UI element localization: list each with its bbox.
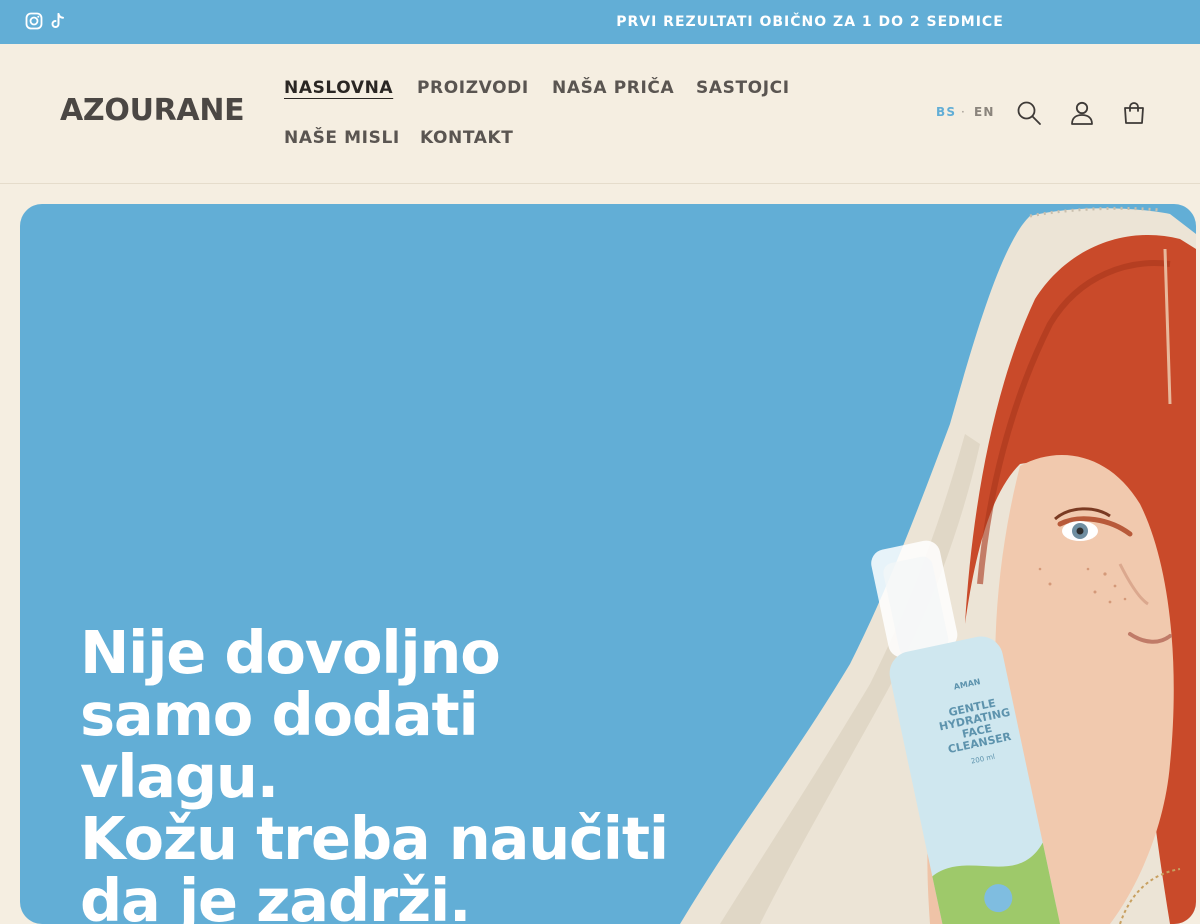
nav-kontakt[interactable]: KONTAKT xyxy=(420,128,514,148)
tiktok-icon[interactable] xyxy=(49,12,67,30)
social-links xyxy=(25,12,67,30)
site-header: AZOURANE NASLOVNA PROIZVODI NAŠA PRIČA S… xyxy=(0,44,1200,184)
instagram-icon[interactable] xyxy=(25,12,43,30)
nav-sastojci[interactable]: SASTOJCI xyxy=(696,78,790,98)
headline-line: Kožu treba naučiti xyxy=(80,804,669,873)
nav-proizvodi[interactable]: PROIZVODI xyxy=(417,78,529,98)
cart-icon[interactable] xyxy=(1120,99,1148,127)
headline-line: da je zadrži. xyxy=(80,866,471,924)
account-icon[interactable] xyxy=(1068,99,1096,127)
hero-banner: AMAN GENTLE HYDRATING FACE CLEANSER 200 … xyxy=(20,204,1196,924)
language-bs[interactable]: BS xyxy=(936,105,956,119)
nav-naslovna[interactable]: NASLOVNA xyxy=(284,78,393,98)
announcement-text: PRVI REZULTATI OBIČNO ZA 1 DO 2 SEDMICE xyxy=(616,14,1004,30)
hero-headline: Nije dovoljno samo dodati vlagu. Kožu tr… xyxy=(80,622,700,924)
nav-nase-misli[interactable]: NAŠE MISLI xyxy=(284,128,400,148)
headline-line: Nije dovoljno xyxy=(80,618,501,687)
language-separator: · xyxy=(961,105,967,119)
headline-line: vlagu. xyxy=(80,742,279,811)
search-icon[interactable] xyxy=(1015,99,1043,127)
nav-nasa-prica[interactable]: NAŠA PRIČA xyxy=(552,78,674,98)
site-logo[interactable]: AZOURANE xyxy=(60,93,245,128)
headline-line: samo dodati xyxy=(80,680,479,749)
announcement-bar: PRVI REZULTATI OBIČNO ZA 1 DO 2 SEDMICE xyxy=(0,0,1200,44)
language-en[interactable]: EN xyxy=(974,105,995,119)
